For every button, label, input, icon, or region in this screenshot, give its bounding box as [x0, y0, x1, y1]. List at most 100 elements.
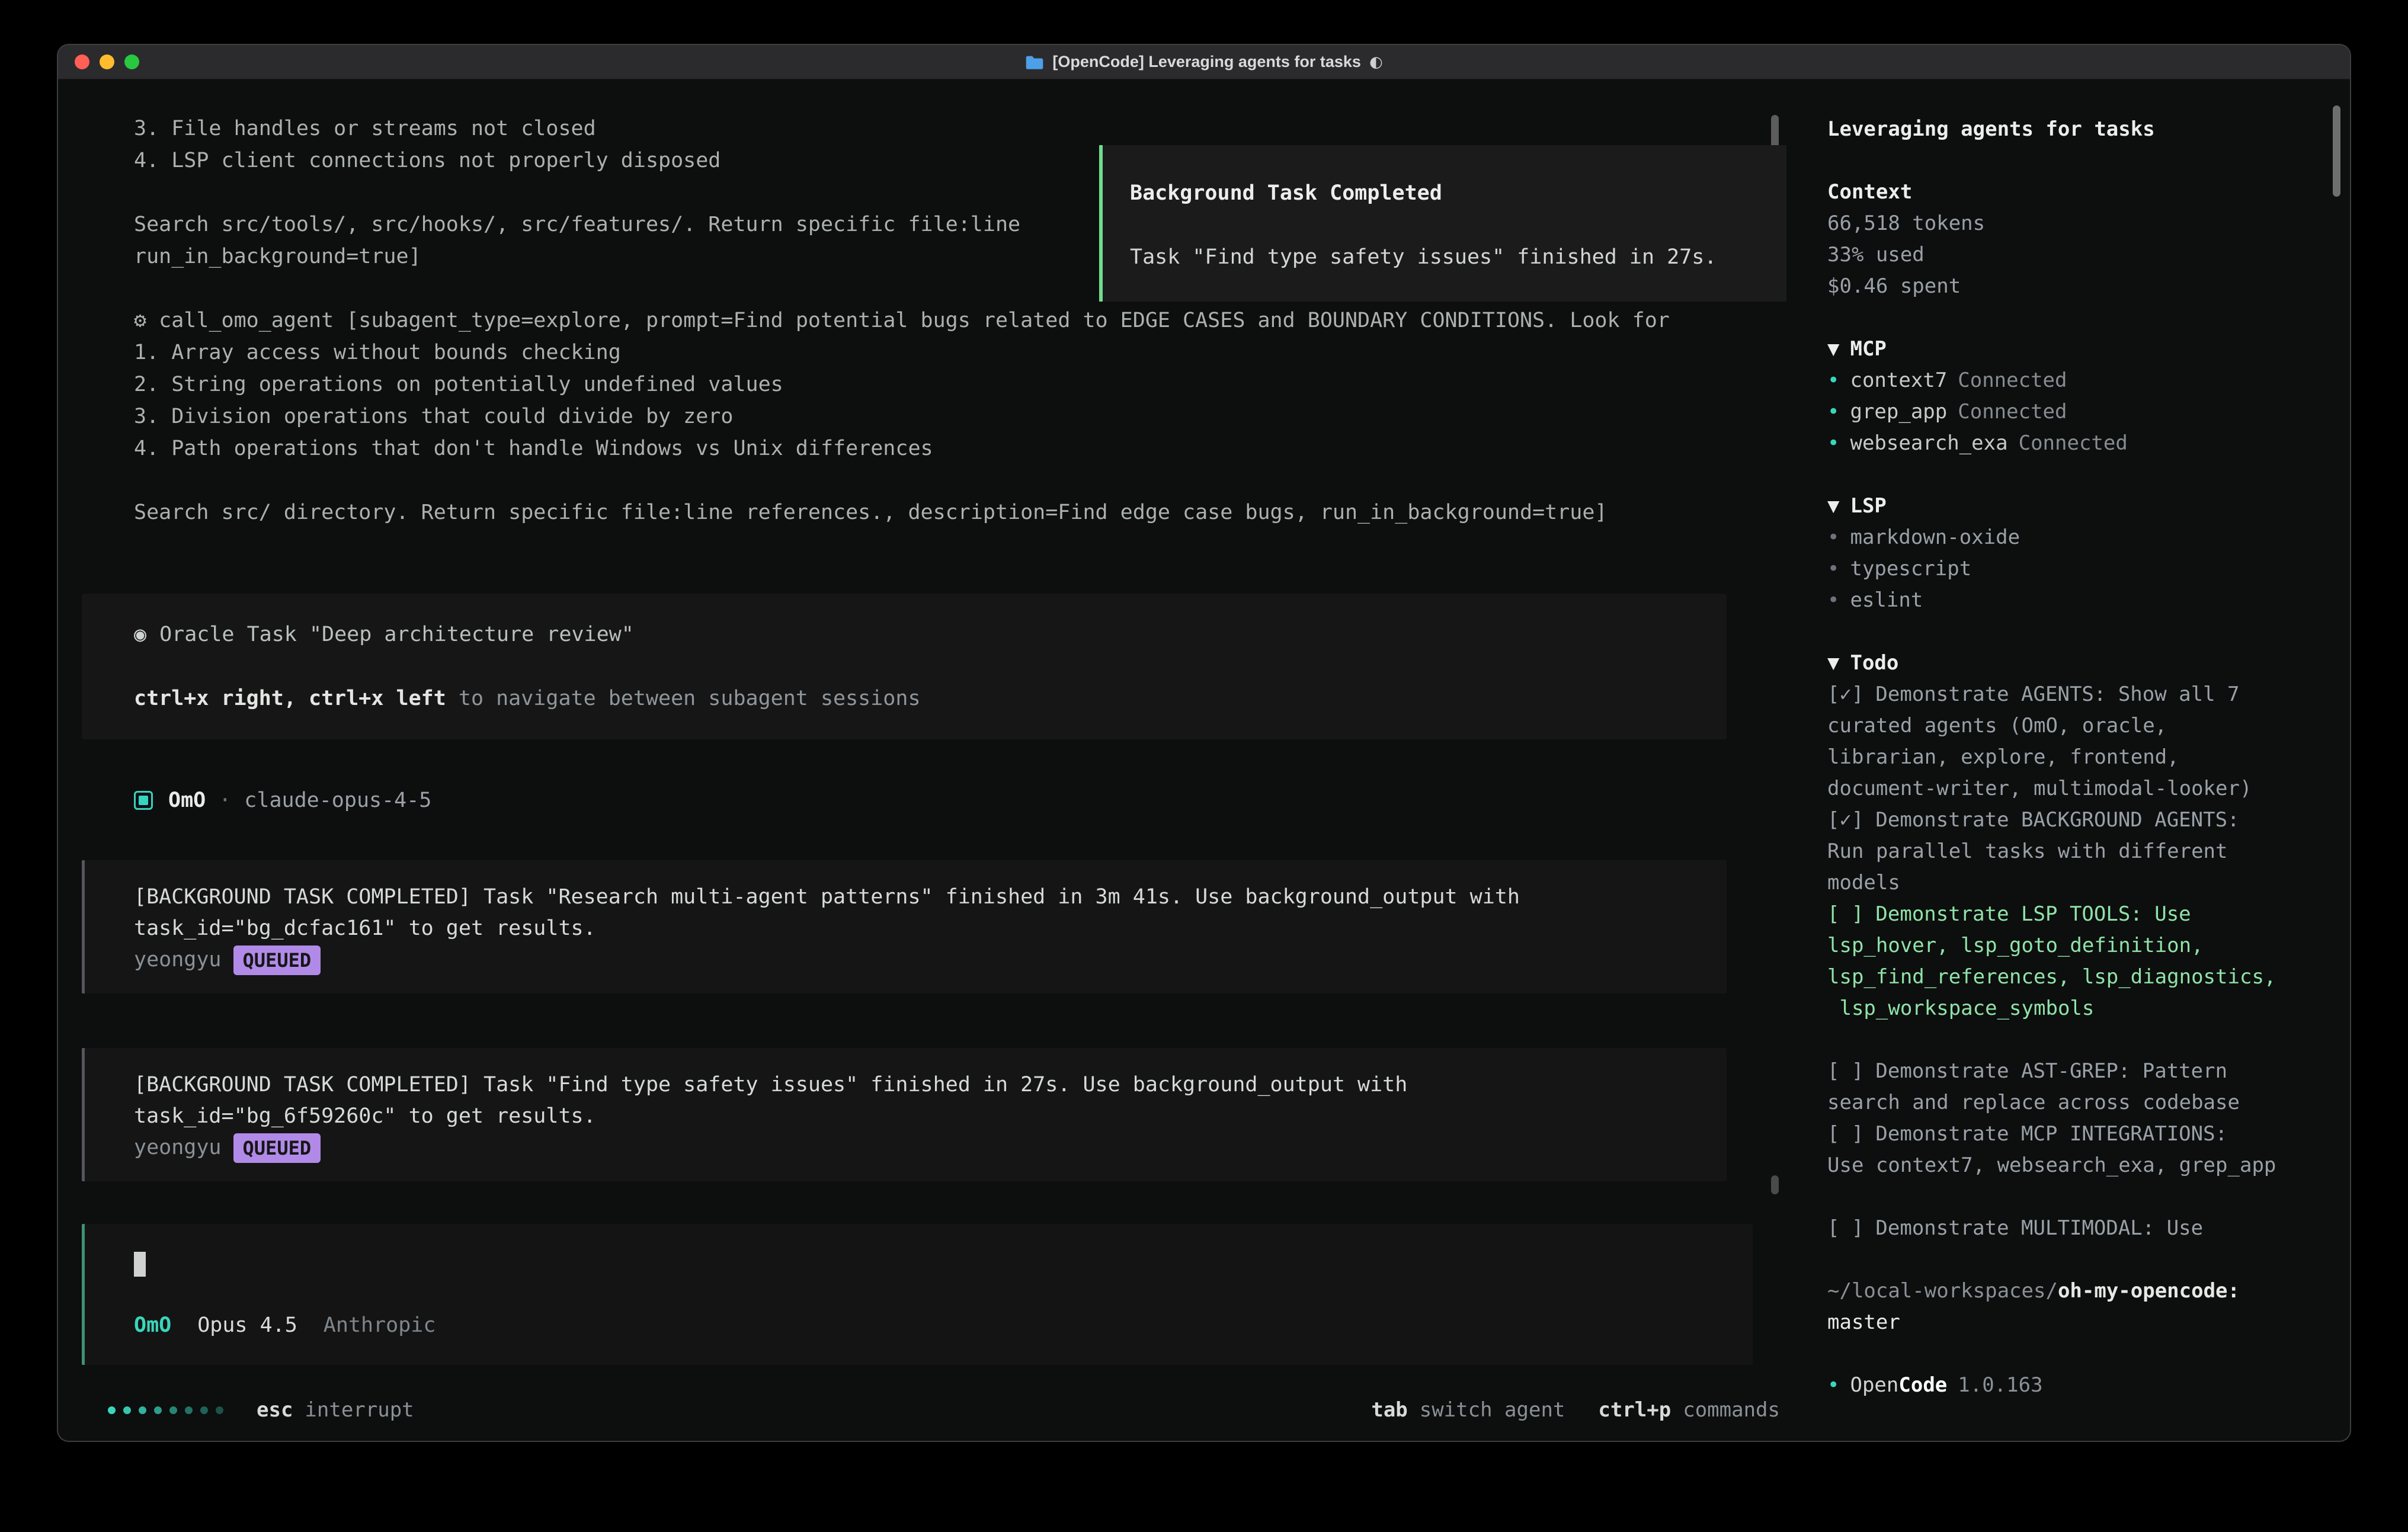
todo-item: [ ]Demonstrate AST-GREP: Pattern search …: [1827, 1056, 2321, 1118]
status-bar: esc interrupt tab switch agent ctrl+p co…: [108, 1393, 1780, 1427]
bullet-icon: •: [1827, 557, 1839, 581]
checkbox-checked-icon: [✓]: [1827, 808, 1863, 832]
mcp-name: grep_app: [1850, 400, 1947, 424]
commands-hint: ctrl+p commands: [1598, 1394, 1780, 1426]
active-model-label: Opus 4.5: [197, 1309, 297, 1341]
bullet-icon: •: [1827, 588, 1839, 612]
toast-title: Background Task Completed: [1130, 177, 1759, 209]
lsp-name: typescript: [1850, 557, 1971, 581]
hint-keys: ctrl+x right, ctrl+x left: [134, 687, 446, 710]
todo-item: [✓]Demonstrate BACKGROUND AGENTS: Run pa…: [1827, 805, 2321, 899]
tab-key-label: tab: [1371, 1394, 1407, 1426]
mcp-name: websearch_exa: [1850, 431, 2007, 455]
message-line: [BACKGROUND TASK COMPLETED] Task "Find t…: [134, 1069, 1691, 1101]
activity-spinner-dots: [108, 1406, 223, 1414]
subagent-navigation-hint: ctrl+x right, ctrl+x left to navigate be…: [134, 682, 1691, 714]
mcp-section-heading[interactable]: ▼MCP: [1827, 334, 2321, 365]
text-cursor: [134, 1252, 146, 1277]
tool-call-item: 1. Array access without bounds checking: [82, 336, 1800, 368]
fisheye-icon: ◉: [134, 623, 146, 646]
mcp-name: context7: [1850, 368, 1947, 392]
session-sidebar: Leveraging agents for tasks Context 66,5…: [1800, 79, 2350, 1442]
tab-hint: tab switch agent: [1371, 1394, 1565, 1426]
oracle-task-title: ◉Oracle Task "Deep architecture review": [134, 618, 1691, 650]
hint-text: to navigate between subagent sessions: [446, 687, 921, 710]
checkbox-empty-icon: [ ]: [1827, 1059, 1863, 1083]
chevron-down-icon: ▼: [1827, 651, 1839, 675]
terminal-window: [OpenCode] Leveraging agents for tasks ◐…: [57, 44, 2351, 1442]
lsp-name: markdown-oxide: [1850, 525, 2020, 549]
scrollback-line: 3. File handles or streams not closed: [82, 113, 1800, 145]
esc-key-label: esc: [257, 1394, 293, 1426]
chevron-down-icon: ▼: [1827, 337, 1839, 361]
session-title: Leveraging agents for tasks: [1827, 114, 2321, 145]
todo-section-heading[interactable]: ▼Todo: [1827, 648, 2321, 679]
separator-dot: ·: [219, 784, 231, 816]
zoom-button[interactable]: [124, 55, 139, 69]
active-agent-label: OmO: [134, 1309, 171, 1341]
app-name-bold: Code: [1898, 1373, 1947, 1397]
agent-name: OmO: [168, 784, 206, 816]
lsp-section-heading[interactable]: ▼LSP: [1827, 491, 2321, 522]
message-author: yeongyu: [134, 944, 222, 976]
background-task-toast[interactable]: Background Task Completed Task "Find typ…: [1099, 145, 1786, 302]
toast-body: Task "Find type safety issues" finished …: [1130, 241, 1759, 273]
gear-icon: ⚙: [134, 309, 146, 332]
model-selector-row[interactable]: OmO Opus 4.5 Anthropic: [134, 1309, 1717, 1341]
mcp-item: •grep_appConnected: [1827, 396, 2321, 428]
status-bullet-icon: •: [1827, 1373, 1839, 1397]
todo-text: Demonstrate BACKGROUND AGENTS: Run paral…: [1827, 808, 2240, 895]
checkbox-empty-icon: [ ]: [1827, 902, 1863, 926]
queued-status-badge: QUEUED: [233, 1133, 321, 1163]
todo-item: [ ]Demonstrate MCP INTEGRATIONS: Use con…: [1827, 1118, 2321, 1181]
minimize-button[interactable]: [100, 55, 114, 69]
lsp-heading-label: LSP: [1850, 494, 1886, 518]
message-line: task_id="bg_dcfac161" to get results.: [134, 913, 1691, 944]
todo-text: Demonstrate MULTIMODAL: Use: [1875, 1216, 2203, 1240]
message-line: task_id="bg_6f59260c" to get results.: [134, 1101, 1691, 1132]
context-spent: $0.46 spent: [1827, 271, 2321, 302]
prompt-input[interactable]: OmO Opus 4.5 Anthropic: [82, 1224, 1753, 1365]
todo-text: Demonstrate AGENTS: Show all 7 curated a…: [1827, 682, 2252, 800]
esc-hint: esc interrupt: [257, 1394, 414, 1426]
context-heading: Context: [1827, 177, 2321, 208]
background-task-message: [BACKGROUND TASK COMPLETED] Task "Resear…: [82, 860, 1727, 993]
tool-call-item: 4. Path operations that don't handle Win…: [82, 432, 1800, 464]
workspace-dir: ~/local-workspaces/: [1827, 1279, 2058, 1303]
agent-checkbox-icon: [134, 791, 153, 810]
window-title: [OpenCode] Leveraging agents for tasks: [1052, 53, 1361, 71]
queued-status-badge: QUEUED: [233, 946, 321, 975]
window-controls: [75, 45, 139, 79]
todo-text: Demonstrate LSP TOOLS: Use lsp_hover, ls…: [1827, 902, 2276, 1020]
mcp-item: •websearch_exaConnected: [1827, 428, 2321, 459]
todo-item: [✓]Demonstrate AGENTS: Show all 7 curate…: [1827, 679, 2321, 805]
workspace-repo: oh-my-opencode:: [2058, 1279, 2240, 1303]
app-version-footer: •OpenCode1.0.163: [1827, 1370, 2321, 1401]
status-bullet-icon: •: [1827, 431, 1839, 455]
mcp-item: •context7Connected: [1827, 365, 2321, 396]
mcp-status: Connected: [1958, 368, 2067, 392]
mcp-status: Connected: [1958, 400, 2067, 424]
window-titlebar[interactable]: [OpenCode] Leveraging agents for tasks ◐: [58, 45, 2350, 79]
todo-text: Demonstrate AST-GREP: Pattern search and…: [1827, 1059, 2240, 1114]
sidebar-scrollbar-thumb[interactable]: [2333, 105, 2340, 197]
ctrlp-key-label: ctrl+p: [1598, 1394, 1671, 1426]
close-button[interactable]: [75, 55, 89, 69]
checkbox-checked-icon: [✓]: [1827, 682, 1863, 706]
tool-call-footer: Search src/ directory. Return specific f…: [82, 496, 1800, 528]
app-name: Open: [1850, 1373, 1898, 1397]
background-task-message: [BACKGROUND TASK COMPLETED] Task "Find t…: [82, 1048, 1727, 1181]
workspace-path: ~/local-workspaces/oh-my-opencode:: [1827, 1275, 2321, 1307]
todo-item: [ ]Demonstrate LSP TOOLS: Use lsp_hover,…: [1827, 899, 2321, 1024]
lsp-item: •markdown-oxide: [1827, 522, 2321, 553]
tool-call-header: ⚙ call_omo_agent [subagent_type=explore,…: [82, 305, 1800, 336]
context-tokens: 66,518 tokens: [1827, 208, 2321, 239]
todo-text: Demonstrate MCP INTEGRATIONS: Use contex…: [1827, 1122, 2276, 1177]
chat-main-pane: 3. File handles or streams not closed 4.…: [58, 79, 1800, 1442]
checkbox-empty-icon: [ ]: [1827, 1216, 1863, 1240]
commands-action-label: commands: [1683, 1394, 1780, 1426]
message-author: yeongyu: [134, 1132, 222, 1164]
todo-item: [ ] Demonstrate MULTIMODAL: Use: [1827, 1213, 2321, 1244]
tool-call-text: call_omo_agent [subagent_type=explore, p…: [159, 309, 1670, 332]
main-scrollbar-thumb-lower[interactable]: [1771, 1175, 1779, 1194]
